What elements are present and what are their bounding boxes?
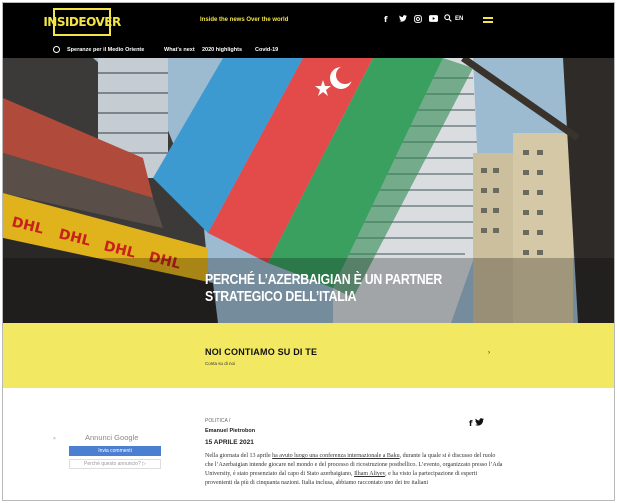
youtube-icon[interactable] — [429, 15, 438, 24]
instagram-icon[interactable] — [414, 15, 422, 25]
share-buttons: f — [469, 418, 485, 428]
arrow-right-icon[interactable]: › — [488, 350, 490, 356]
facebook-icon[interactable]: f — [384, 15, 387, 24]
banner-subtitle: Conta su di noi — [205, 361, 236, 366]
hero-image: DHL DHL DHL DHL Perché l’Azerbaigian è u… — [3, 58, 614, 323]
hamburger-menu-icon[interactable] — [483, 17, 493, 23]
article-category[interactable]: POLITICA / — [205, 418, 230, 424]
body-text-1: Nella giornata del 13 aprile — [205, 453, 273, 459]
article-date: 15 APRILE 2021 — [205, 439, 254, 446]
language-switch[interactable]: EN — [455, 16, 463, 22]
page-frame: INSIDEOVER Inside the news Over the worl… — [2, 2, 615, 501]
aliyev-link[interactable]: Ilham Aliyev — [354, 471, 385, 477]
twitter-icon[interactable] — [475, 418, 485, 428]
banner-title: NOI CONTIAMO SU DI TE — [205, 347, 318, 357]
support-banner[interactable]: NOI CONTIAMO SU DI TE Conta su di noi › — [3, 323, 614, 388]
google-ad: Annunci Google Invia commenti Perché que… — [65, 433, 161, 483]
facebook-icon[interactable]: f — [469, 419, 472, 428]
ad-why-link[interactable]: Perché questo annuncio? ▷ — [69, 459, 161, 469]
conference-link[interactable]: ha avuto luogo una conferenza internazio… — [272, 453, 399, 459]
ad-title: Annunci Google — [85, 433, 139, 442]
nav-item-medio-oriente[interactable]: Speranze per il Medio Oriente — [67, 47, 144, 53]
article-title: Perché l’Azerbaigian è un partner strate… — [205, 271, 442, 305]
ad-feedback-button[interactable]: Invia commenti — [69, 446, 161, 456]
nav-item-whats-next[interactable]: What's next — [164, 47, 195, 53]
article-author[interactable]: Emanuel Pietrobon — [205, 428, 255, 434]
search-icon[interactable] — [444, 14, 452, 24]
ad-close-icon[interactable]: × — [53, 436, 56, 442]
site-header: INSIDEOVER Inside the news Over the worl… — [3, 3, 614, 43]
article-body: Nella giornata del 13 aprile ha avuto lu… — [205, 452, 505, 488]
nav-item-2020-highlights[interactable]: 2020 highlights — [202, 47, 242, 53]
topic-nav: Speranze per il Medio Oriente What's nex… — [3, 43, 614, 58]
article-section: × Annunci Google Invia commenti Perché q… — [3, 388, 614, 500]
site-tagline: Inside the news Over the world — [200, 17, 289, 23]
site-logo[interactable]: INSIDEOVER — [43, 8, 121, 36]
nav-item-covid[interactable]: Covid-19 — [255, 47, 278, 53]
twitter-icon[interactable] — [399, 15, 407, 24]
clock-icon — [53, 46, 60, 53]
